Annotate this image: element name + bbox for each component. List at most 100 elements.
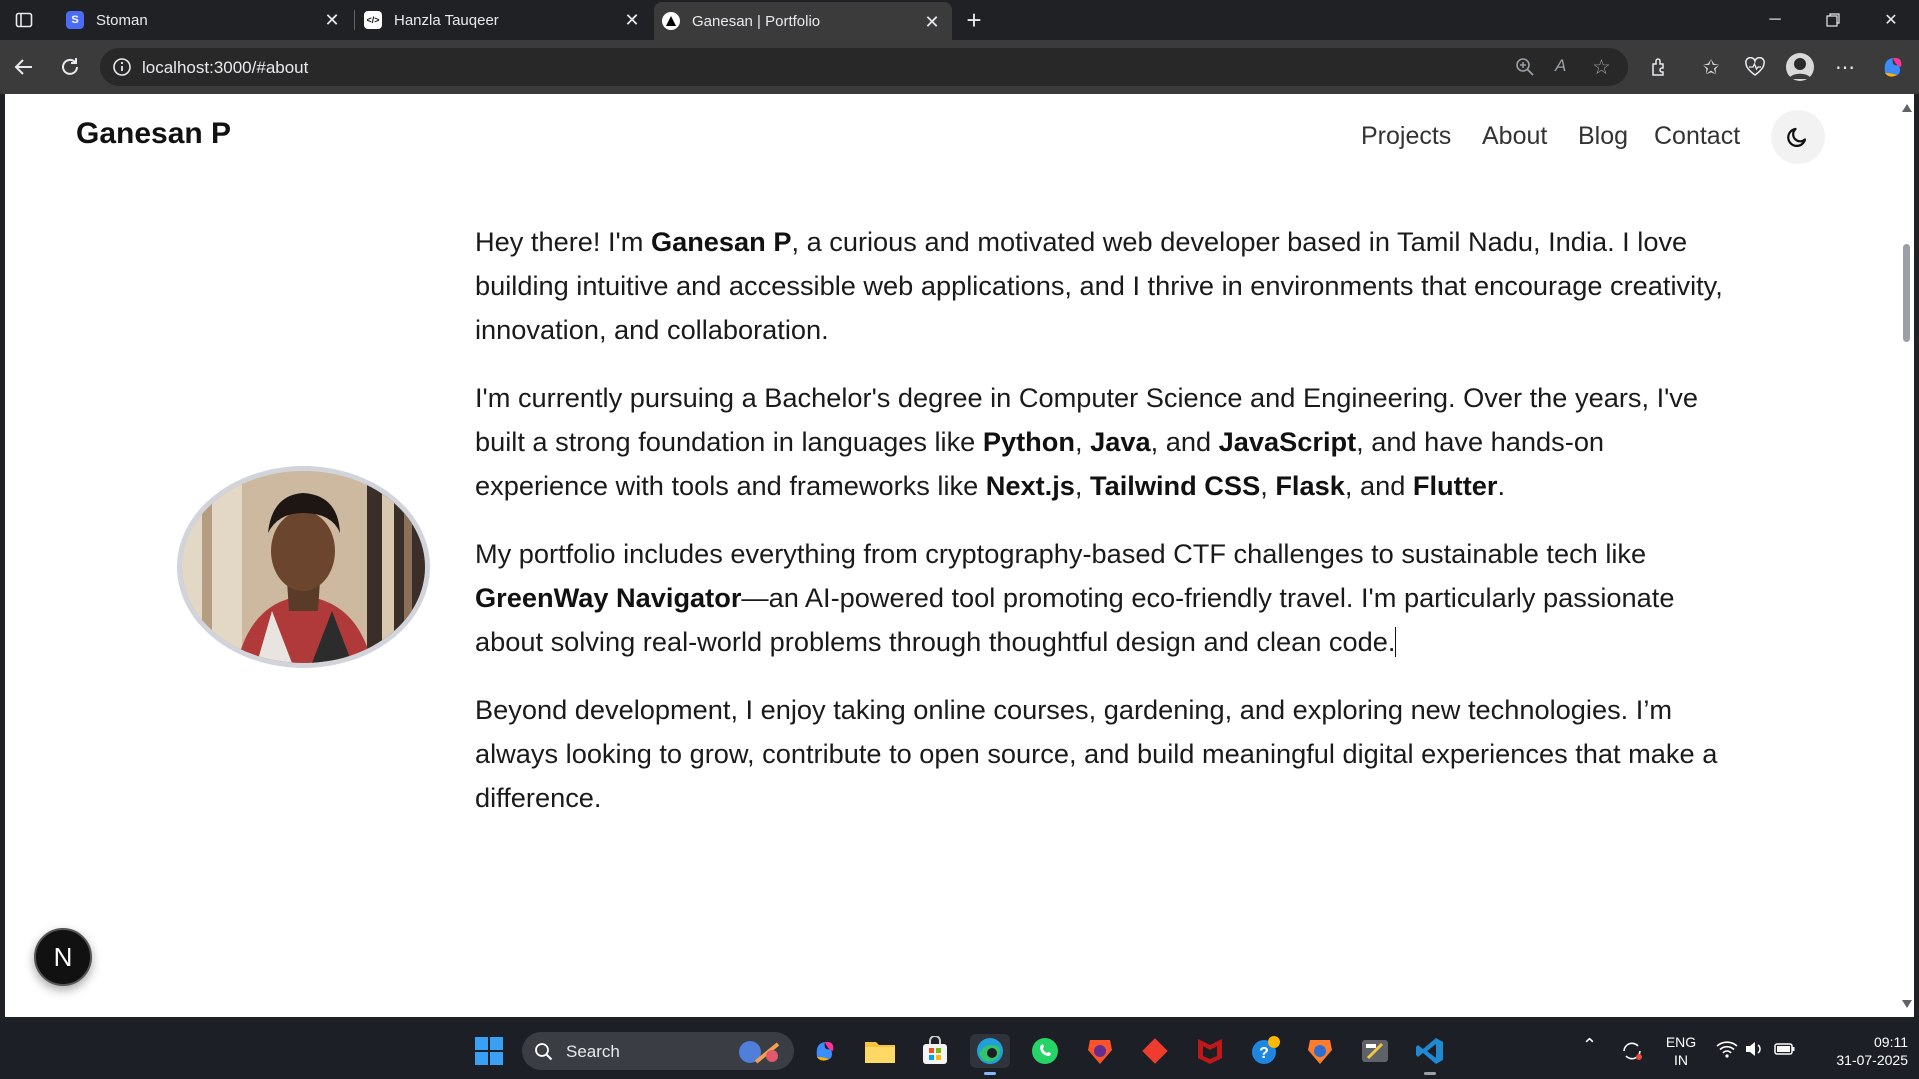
tab-title: Ganesan | Portfolio: [692, 12, 821, 30]
text-segment: Hey there! I'm: [475, 226, 651, 257]
profile-photo: [177, 466, 430, 668]
text-segment: My portfolio includes everything from cr…: [475, 538, 1647, 569]
tab-portfolio[interactable]: Ganesan | Portfolio ✕: [654, 2, 952, 40]
windows-start-icon[interactable]: [472, 1034, 506, 1068]
copilot-app-icon[interactable]: [808, 1034, 842, 1068]
skill-nextjs: Next.js: [985, 470, 1075, 501]
more-menu-icon[interactable]: ⋯: [1827, 49, 1863, 85]
snipping-tool-icon[interactable]: [1358, 1034, 1392, 1068]
scroll-up-icon[interactable]: [1902, 104, 1912, 112]
minimize-icon[interactable]: ─: [1746, 0, 1804, 40]
search-highlight-icon: [739, 1041, 780, 1064]
about-paragraph: My portfolio includes everything from cr…: [475, 532, 1735, 664]
text-segment: ,: [1074, 470, 1091, 501]
region-label: IN: [1674, 1052, 1688, 1068]
about-paragraph: Hey there! I'm Ganesan P, a curious and …: [475, 220, 1735, 352]
git-icon[interactable]: [1138, 1034, 1172, 1068]
favorites-icon[interactable]: ✩: [1693, 49, 1729, 85]
text-segment: ,: [1075, 426, 1091, 457]
volume-icon[interactable]: [1744, 1040, 1764, 1062]
tab-strip: S Stoman ✕ </> Hanzla Tauqeer ✕ Ganesan …: [0, 0, 1919, 40]
brave-beta-icon[interactable]: [1303, 1034, 1337, 1068]
profile-avatar[interactable]: [1782, 49, 1818, 85]
file-explorer-icon[interactable]: [863, 1034, 897, 1068]
taskbar-search[interactable]: Search: [522, 1032, 794, 1070]
name-highlight: Ganesan P: [650, 226, 792, 257]
wifi-icon[interactable]: [1716, 1040, 1738, 1062]
close-icon[interactable]: ✕: [922, 12, 942, 32]
text-segment: .: [1497, 470, 1506, 501]
skill-python: Python: [982, 426, 1075, 457]
svg-text:?: ?: [1259, 1045, 1269, 1062]
url-text[interactable]: localhost:3000/#about: [142, 58, 308, 78]
project-highlight: GreenWay Navigator: [475, 582, 742, 613]
triangle-favicon-icon: [662, 12, 680, 30]
tab-stoman[interactable]: S Stoman ✕: [52, 0, 352, 40]
favorite-star-icon[interactable]: ☆: [1592, 55, 1611, 80]
sync-icon[interactable]: [1620, 1040, 1644, 1066]
language-indicator[interactable]: ENG IN: [1664, 1033, 1698, 1069]
address-bar[interactable]: localhost:3000/#about A ☆: [100, 48, 1628, 86]
refresh-icon[interactable]: [52, 49, 88, 85]
language-label: ENG: [1665, 1034, 1697, 1050]
restore-icon[interactable]: [1804, 0, 1862, 40]
edge-browser-icon[interactable]: [970, 1034, 1010, 1075]
tab-title: Hanzla Tauqeer: [394, 11, 499, 29]
back-icon[interactable]: [6, 49, 42, 85]
theme-toggle-button[interactable]: [1771, 110, 1825, 164]
copilot-icon[interactable]: [1875, 49, 1911, 85]
read-aloud-icon[interactable]: A: [1555, 56, 1566, 76]
text-segment: ,: [1260, 470, 1276, 501]
tab-separator: [354, 10, 355, 30]
page-viewport: Ganesan P Projects About Blog Contact He…: [5, 94, 1899, 1017]
nextjs-dev-indicator[interactable]: N: [34, 928, 92, 986]
zoom-icon[interactable]: [1515, 57, 1535, 82]
clock-date: 31-07-2025: [1836, 1052, 1908, 1068]
text-caret: [1395, 627, 1397, 657]
close-icon[interactable]: ✕: [622, 10, 642, 30]
page-scrollbar[interactable]: [1899, 94, 1914, 1017]
info-icon[interactable]: [112, 57, 132, 82]
microsoft-store-icon[interactable]: [918, 1034, 952, 1068]
tab-hanzla[interactable]: </> Hanzla Tauqeer ✕: [356, 0, 652, 40]
scroll-down-icon[interactable]: [1902, 1000, 1912, 1008]
nav-blog[interactable]: Blog: [1578, 122, 1628, 151]
code-favicon-icon: </>: [364, 11, 382, 29]
about-paragraph: I'm currently pursuing a Bachelor's degr…: [475, 376, 1735, 508]
whatsapp-icon[interactable]: [1028, 1034, 1062, 1068]
active-indicator: [984, 1072, 996, 1075]
close-window-icon[interactable]: ✕: [1862, 0, 1919, 40]
about-content: Hey there! I'm Ganesan P, a curious and …: [475, 220, 1735, 844]
site-brand[interactable]: Ganesan P: [76, 117, 231, 151]
mcafee-icon[interactable]: [1193, 1034, 1227, 1068]
extensions-icon[interactable]: [1641, 49, 1677, 85]
clock-time: 09:11: [1874, 1034, 1908, 1050]
browser-toolbar: localhost:3000/#about A ☆ ✩ ⋯: [0, 40, 1919, 94]
tab-actions-icon[interactable]: [6, 2, 42, 38]
battery-icon[interactable]: [1774, 1041, 1796, 1061]
about-paragraph: Beyond development, I enjoy taking onlin…: [475, 694, 1718, 813]
vscode-icon[interactable]: [1413, 1034, 1447, 1075]
nav-about[interactable]: About: [1482, 122, 1547, 151]
text-segment: , and: [1150, 426, 1219, 457]
text-segment: , and: [1344, 470, 1413, 501]
nav-contact[interactable]: Contact: [1654, 122, 1740, 151]
help-icon[interactable]: ?: [1248, 1034, 1282, 1068]
search-placeholder: Search: [566, 1042, 620, 1061]
close-icon[interactable]: ✕: [322, 10, 342, 30]
scrollbar-thumb[interactable]: [1903, 244, 1910, 342]
browser-essentials-icon[interactable]: [1737, 49, 1773, 85]
windows-taskbar: Search ? ⌃ ENG IN 09:11 31-07-2025: [0, 1022, 1919, 1079]
system-clock[interactable]: 09:11 31-07-2025: [1812, 1033, 1908, 1069]
nav-projects[interactable]: Projects: [1361, 122, 1451, 151]
tab-title: Stoman: [96, 11, 148, 29]
brave-browser-icon[interactable]: [1083, 1034, 1117, 1068]
moon-icon: [1787, 127, 1807, 147]
new-tab-icon[interactable]: +: [956, 2, 992, 38]
search-icon: [535, 1043, 553, 1061]
skill-javascript: JavaScript: [1218, 426, 1357, 457]
show-hidden-icons[interactable]: ⌃: [1582, 1036, 1597, 1054]
skill-flask: Flask: [1275, 470, 1345, 501]
stoman-favicon-icon: S: [66, 11, 84, 29]
skill-flutter: Flutter: [1412, 470, 1498, 501]
